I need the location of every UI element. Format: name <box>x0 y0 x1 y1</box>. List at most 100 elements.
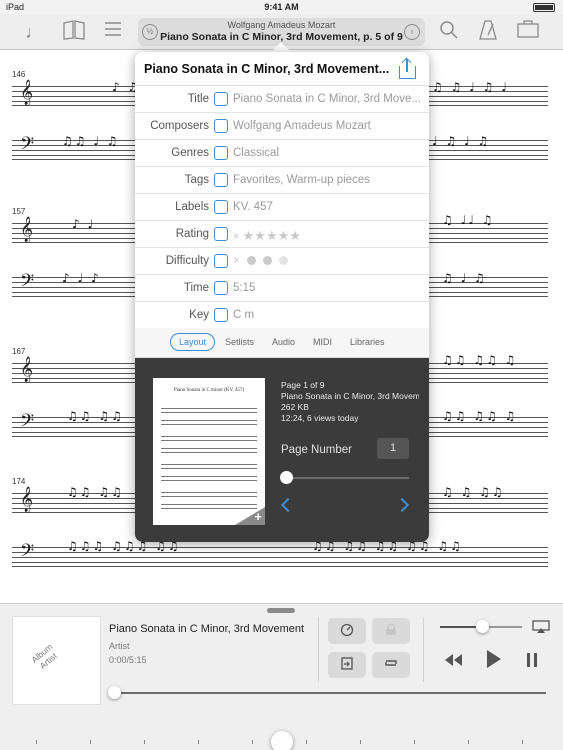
row-label: Labels <box>175 201 209 213</box>
row-composers[interactable]: Composers Wolfgang Amadeus Mozart <box>135 113 429 140</box>
search-icon[interactable] <box>437 20 461 44</box>
lock-button[interactable] <box>372 618 410 644</box>
rewind-icon[interactable] <box>443 651 463 672</box>
next-page-arrow-icon[interactable] <box>394 497 410 513</box>
tab-audio[interactable]: Audio <box>272 337 295 347</box>
measure-number: 167 <box>12 347 26 356</box>
metronome-icon[interactable] <box>476 20 500 44</box>
row-checkbox[interactable] <box>214 200 228 214</box>
playback-progress-knob[interactable] <box>108 686 121 699</box>
notes: ♫ ♫ ♫♫ <box>442 485 505 499</box>
row-label: Difficulty <box>165 255 209 267</box>
play-icon[interactable] <box>486 649 502 674</box>
difficulty-dot[interactable] <box>263 256 273 266</box>
bass-clef: 𝄢 <box>20 541 35 566</box>
row-checkbox[interactable] <box>214 281 228 295</box>
briefcase-icon[interactable] <box>516 20 540 44</box>
row-checkbox[interactable] <box>214 146 228 160</box>
row-label: Time <box>183 282 209 294</box>
playback-progress[interactable] <box>114 692 546 694</box>
song-artist: Artist <box>109 641 130 651</box>
tab-layout[interactable]: Layout <box>170 333 216 351</box>
status-bar: iPad 9:41 AM <box>0 0 563 14</box>
row-checkbox[interactable] <box>214 173 228 187</box>
timer-icon <box>328 623 366 640</box>
row-label: Genres <box>171 147 209 159</box>
note-icon[interactable]: ♩ <box>22 20 46 44</box>
difficulty-dot[interactable] <box>246 256 256 266</box>
tab-setlists[interactable]: Setlists <box>225 337 254 347</box>
notes: ♫♫ ♫♫ ♫ <box>442 409 518 423</box>
page-thumbnail[interactable]: Piano Sonata in C minor (KV. 457) + <box>153 378 265 525</box>
previous-page-icon[interactable] <box>280 497 296 513</box>
row-key[interactable]: Key C m <box>135 302 429 329</box>
notes: ♫ ♩ ♫ <box>442 271 487 285</box>
clear-rating-icon[interactable]: × <box>233 231 239 243</box>
airplay-icon[interactable] <box>532 620 550 639</box>
genres-field[interactable]: Classical <box>233 147 421 159</box>
time-field[interactable]: 5:15 <box>233 282 421 294</box>
row-rating[interactable]: Rating × ★★★★★ <box>135 221 429 248</box>
bass-clef: 𝄢 <box>20 134 35 159</box>
lock-icon <box>372 623 410 639</box>
library-book-icon[interactable] <box>62 20 86 44</box>
row-tags[interactable]: Tags Favorites, Warm-up pieces <box>135 167 429 194</box>
row-time[interactable]: Time 5:15 <box>135 275 429 302</box>
key-field[interactable]: C m <box>233 309 421 321</box>
page-scrubber[interactable] <box>0 731 563 750</box>
tags-field[interactable]: Favorites, Warm-up pieces <box>233 174 421 186</box>
drag-handle[interactable] <box>267 608 295 613</box>
page-slider-knob[interactable] <box>280 471 293 484</box>
composers-field[interactable]: Wolfgang Amadeus Mozart <box>233 120 421 132</box>
clock: 9:41 AM <box>264 2 299 12</box>
page-info-line: Piano Sonata in C Minor, 3rd Movement <box>281 391 419 401</box>
repeat-button[interactable] <box>372 652 410 678</box>
share-icon[interactable] <box>399 59 416 79</box>
page-slider-track[interactable] <box>285 477 409 479</box>
pause-icon[interactable] <box>526 652 538 673</box>
bass-clef: 𝄢 <box>20 271 35 296</box>
row-checkbox[interactable] <box>214 254 228 268</box>
row-label: Key <box>189 309 209 321</box>
star-icons[interactable]: ★★★★★ <box>243 228 301 243</box>
rating-stars[interactable]: × ★★★★★ <box>233 228 421 244</box>
row-label: Tags <box>184 174 209 186</box>
treble-clef: 𝄞 <box>20 80 34 105</box>
tab-libraries[interactable]: Libraries <box>350 337 385 347</box>
difficulty-dot[interactable] <box>279 256 289 266</box>
popover-tabs: Layout Setlists Audio MIDI Libraries <box>135 328 429 358</box>
page-number-label: Page Number <box>281 444 352 456</box>
row-genres[interactable]: Genres Classical <box>135 140 429 167</box>
add-page-icon[interactable]: + <box>254 509 262 524</box>
document-info-popover: Piano Sonata in C Minor, 3rd Movement...… <box>135 52 429 542</box>
difficulty-dots[interactable]: × <box>233 255 421 267</box>
menu-icon[interactable] <box>101 20 125 44</box>
page-scrubber-knob[interactable] <box>271 731 293 750</box>
measure-number: 146 <box>12 70 26 79</box>
notes: ♫♫ ♫♫ <box>67 485 124 499</box>
labels-field[interactable]: KV. 457 <box>233 201 421 213</box>
row-label: Title <box>187 93 209 105</box>
page-info-line: Page 1 of 9 <box>281 380 325 390</box>
link-page-button[interactable] <box>328 652 366 678</box>
row-checkbox[interactable] <box>214 92 228 106</box>
tab-midi[interactable]: MIDI <box>313 337 332 347</box>
row-checkbox[interactable] <box>214 227 228 241</box>
title-field[interactable]: Piano Sonata in C Minor, 3rd Move... <box>233 93 421 105</box>
row-difficulty[interactable]: Difficulty × <box>135 248 429 275</box>
row-labels[interactable]: Labels KV. 457 <box>135 194 429 221</box>
clear-difficulty-icon[interactable]: × <box>233 255 240 267</box>
page-info-line: 12:24, 6 views today <box>281 413 359 423</box>
row-checkbox[interactable] <box>214 119 228 133</box>
audio-player: Album Artist Piano Sonata in C Minor, 3r… <box>0 603 563 750</box>
toolbar-title: Piano Sonata in C Minor, 3rd Movement, p… <box>160 31 403 43</box>
page-number-field[interactable]: 1 <box>377 438 409 459</box>
row-title[interactable]: Title Piano Sonata in C Minor, 3rd Move.… <box>135 86 429 113</box>
row-checkbox[interactable] <box>214 308 228 322</box>
song-title: Piano Sonata in C Minor, 3rd Movement <box>109 623 305 635</box>
thumbnail-title: Piano Sonata in C minor (KV. 457) <box>173 388 245 393</box>
volume-knob[interactable] <box>476 620 489 633</box>
next-page-icon[interactable]: › <box>404 24 420 40</box>
measure-number: 174 <box>12 477 26 486</box>
timer-button[interactable] <box>328 618 366 644</box>
